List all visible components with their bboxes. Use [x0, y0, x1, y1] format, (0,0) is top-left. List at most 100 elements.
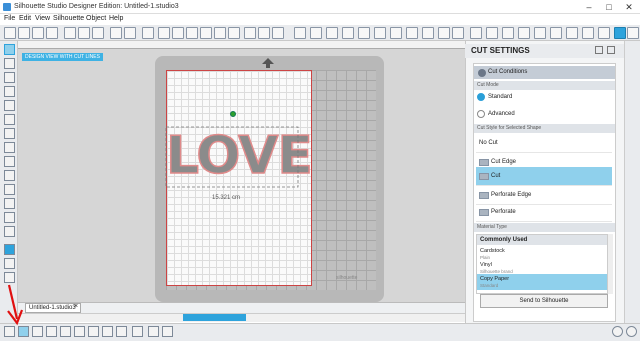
print-icon[interactable]: [46, 27, 58, 39]
collapse-chevron-icon[interactable]: [478, 69, 486, 77]
rotate-handle[interactable]: [230, 111, 236, 117]
library-panel-icon[interactable]: [4, 258, 15, 269]
cut-edge-icon: [479, 159, 489, 166]
material-scrollbar[interactable]: [608, 234, 613, 294]
style-perforate[interactable]: Perforate: [476, 203, 612, 222]
release-compound-icon[interactable]: [60, 326, 71, 337]
points-icon[interactable]: [358, 27, 370, 39]
modify-icon[interactable]: [486, 27, 498, 39]
pixel-grid-icon[interactable]: [148, 326, 159, 337]
new-file-icon[interactable]: [4, 27, 16, 39]
arc-tool-icon[interactable]: [4, 114, 15, 125]
selection-box[interactable]: [165, 126, 299, 188]
zoom-out-icon[interactable]: [186, 27, 198, 39]
scale-icon[interactable]: [518, 27, 530, 39]
transform-icon[interactable]: [452, 27, 464, 39]
standard-radio[interactable]: [477, 93, 485, 101]
line-color-icon[interactable]: [438, 27, 450, 39]
help-icon[interactable]: [612, 326, 623, 337]
undo-icon[interactable]: [110, 27, 122, 39]
text-style-icon[interactable]: [406, 27, 418, 39]
store-icon[interactable]: [326, 27, 338, 39]
fill-color-icon[interactable]: [422, 27, 434, 39]
cut-icon: [479, 173, 489, 180]
panel-dock-icon[interactable]: [595, 46, 603, 54]
page-setup-icon[interactable]: [294, 27, 306, 39]
material-name[interactable]: Vinyl: [480, 262, 492, 268]
edit-points-icon[interactable]: [4, 58, 15, 69]
weld-icon[interactable]: [74, 326, 85, 337]
minimize-button[interactable]: –: [582, 1, 596, 13]
draw-icon[interactable]: [142, 27, 154, 39]
menu-file[interactable]: File: [4, 15, 15, 22]
menu-edit[interactable]: Edit: [19, 15, 31, 22]
scrollbar-thumb[interactable]: [183, 314, 246, 321]
panel-close-icon[interactable]: [607, 46, 615, 54]
trace-icon[interactable]: [390, 27, 402, 39]
send-panel-icon[interactable]: [310, 27, 322, 39]
close-button[interactable]: ✕: [622, 1, 636, 13]
panel-scrollbar[interactable]: [624, 41, 640, 323]
zoom-in-icon[interactable]: [172, 27, 184, 39]
line-tool-icon[interactable]: [4, 72, 15, 83]
nesting-icon[interactable]: [582, 27, 594, 39]
polygon-tool-icon[interactable]: [4, 86, 15, 97]
ungroup-icon[interactable]: [258, 27, 270, 39]
replicate-icon[interactable]: [470, 27, 482, 39]
rotate-icon[interactable]: [534, 27, 546, 39]
style-cut[interactable]: Cut: [476, 167, 612, 186]
knife-icon[interactable]: [598, 27, 610, 39]
freehand-tool-icon[interactable]: [4, 156, 15, 167]
curve-tool-icon[interactable]: [4, 100, 15, 111]
cut-conditions-header[interactable]: Cut Conditions: [474, 66, 615, 79]
rectangle-tool-icon[interactable]: [4, 128, 15, 139]
make-compound-icon[interactable]: [46, 326, 57, 337]
copy-icon[interactable]: [78, 27, 90, 39]
pan-hand-icon[interactable]: [158, 27, 170, 39]
settings-gear-icon[interactable]: [626, 326, 637, 337]
ellipse-tool-icon[interactable]: [4, 142, 15, 153]
fit-to-page-icon[interactable]: [228, 27, 240, 39]
maximize-button[interactable]: □: [602, 1, 616, 13]
menu-help[interactable]: Help: [109, 15, 123, 22]
redo-icon[interactable]: [124, 27, 136, 39]
tab-close-icon[interactable]: ×: [74, 303, 78, 310]
knife-tool-icon[interactable]: [4, 198, 15, 209]
shear-icon[interactable]: [566, 27, 578, 39]
open-file-icon[interactable]: [18, 27, 30, 39]
select-arrow-icon[interactable]: [4, 44, 15, 55]
offset-icon[interactable]: [374, 27, 386, 39]
design-page-icon[interactable]: [4, 244, 15, 255]
cut-icon[interactable]: [64, 27, 76, 39]
lock-icon[interactable]: [132, 326, 143, 337]
group-icon[interactable]: [244, 27, 256, 39]
menu-silhouette[interactable]: Silhouette: [53, 15, 84, 22]
paste-icon[interactable]: [92, 27, 104, 39]
eraser-icon[interactable]: [4, 184, 15, 195]
send-to-silhouette-button[interactable]: Send to Silhouette: [480, 294, 608, 308]
eyedropper-icon[interactable]: [4, 226, 15, 237]
align-icon[interactable]: [502, 27, 514, 39]
snap-icon[interactable]: [162, 326, 173, 337]
menu-view[interactable]: View: [35, 15, 50, 22]
cut-settings-icon[interactable]: [614, 27, 626, 39]
feed-direction-icon: [262, 58, 274, 68]
send-to-back-icon[interactable]: [116, 326, 127, 337]
send-to-silhouette-icon[interactable]: [627, 27, 639, 39]
delete-icon[interactable]: [88, 326, 99, 337]
bring-to-front-icon[interactable]: [102, 326, 113, 337]
move-icon[interactable]: [550, 27, 562, 39]
zoom-select-icon[interactable]: [200, 27, 212, 39]
material-name[interactable]: Cardstock: [480, 248, 505, 254]
store-panel-icon[interactable]: [4, 272, 15, 283]
library-icon[interactable]: [342, 27, 354, 39]
save-icon[interactable]: [32, 27, 44, 39]
style-no-cut[interactable]: No Cut: [476, 134, 612, 153]
zoom-drag-icon[interactable]: [214, 27, 226, 39]
advanced-radio[interactable]: [477, 110, 485, 118]
pen-tool-icon[interactable]: [4, 212, 15, 223]
menu-object[interactable]: Object: [86, 15, 106, 22]
material-name[interactable]: Copy Paper: [480, 276, 509, 282]
duplicate-icon[interactable]: [272, 27, 284, 39]
text-tool-icon[interactable]: [4, 170, 15, 181]
